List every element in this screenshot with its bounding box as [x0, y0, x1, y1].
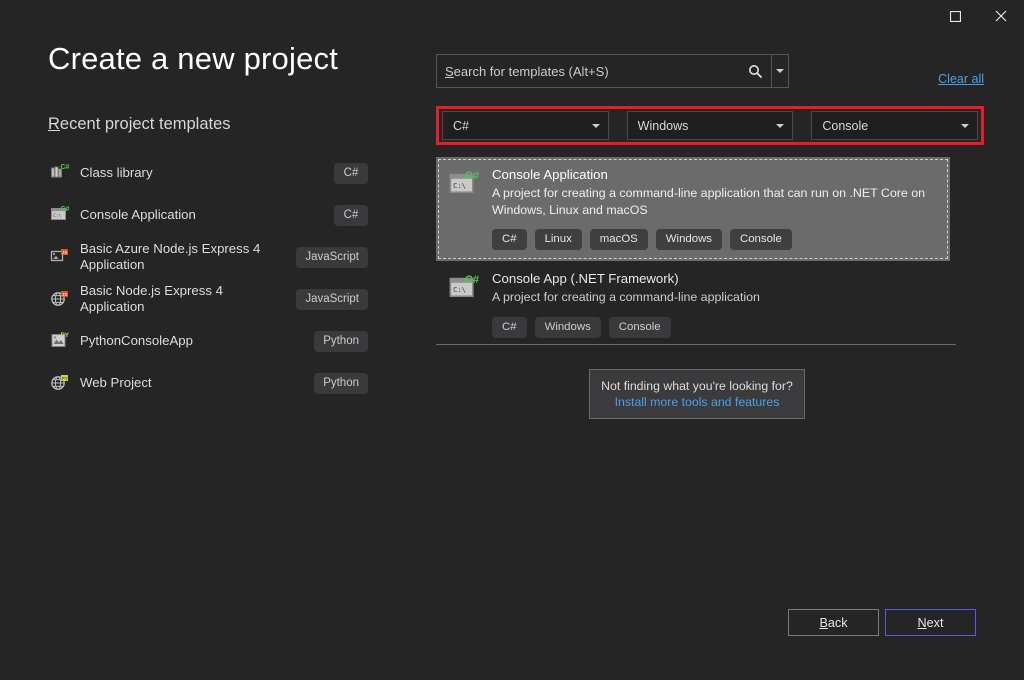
project-type-filter-label: Console [822, 119, 961, 133]
search-box[interactable]: Search for templates (Alt+S) [436, 54, 789, 88]
chevron-down-icon [776, 124, 784, 128]
recent-heading-accel: R [48, 115, 60, 133]
search-placeholder-rest: earch for templates (Alt+S) [454, 64, 609, 79]
recent-template-language-tag: C# [334, 163, 368, 184]
console-csharp-icon: C:\C# [448, 169, 480, 201]
console-icon: C:\C# [50, 205, 70, 225]
console-csharp-icon: C:\C# [448, 273, 480, 305]
next-button[interactable]: Next [885, 609, 976, 636]
search-input[interactable]: Search for templates (Alt+S) [437, 64, 739, 79]
recent-template-label: Console Application [80, 207, 324, 224]
template-result-tags: C# Linux macOS Windows Console [492, 229, 938, 250]
recent-template-item[interactable]: PY PythonConsoleApp Python [48, 320, 370, 362]
svg-text:PY: PY [61, 332, 70, 339]
search-placeholder-accel: S [445, 64, 454, 79]
class-library-icon: C# [50, 163, 70, 183]
template-tag: Windows [656, 229, 722, 250]
project-type-filter[interactable]: Console [811, 111, 978, 140]
recent-template-item[interactable]: C:\C#Console ApplicationC# [48, 194, 370, 236]
recent-template-item[interactable]: PY Web Project Python [48, 362, 370, 404]
template-result-description: A project for creating a command-line ap… [492, 185, 938, 218]
clear-all-rest: lear all [947, 72, 984, 86]
template-tag: C# [492, 229, 527, 250]
title-bar [0, 0, 1024, 32]
svg-text:C#: C# [61, 206, 70, 213]
create-new-project-dialog: Create a new project Recent project temp… [0, 0, 1024, 680]
results-divider [436, 344, 956, 345]
globe-node-icon: JS [50, 289, 70, 309]
next-accel: N [918, 616, 927, 630]
template-result-tags: C# Windows Console [492, 317, 938, 338]
clear-all-link[interactable]: Clear all [938, 72, 984, 86]
recent-template-language-tag: JavaScript [296, 289, 368, 310]
install-more-tools-link[interactable]: Install more tools and features [615, 395, 780, 409]
template-tag: Console [730, 229, 792, 250]
language-filter[interactable]: C# [442, 111, 609, 140]
left-panel: Create a new project Recent project temp… [48, 40, 398, 404]
svg-text:C#: C# [465, 274, 480, 286]
not-finding-text: Not finding what you're looking for? [601, 379, 793, 393]
svg-text:C:\: C:\ [453, 181, 466, 190]
recent-template-label: Basic Node.js Express 4 Application [80, 283, 286, 316]
svg-text:C#: C# [465, 170, 480, 182]
recent-template-item[interactable]: JS Basic Node.js Express 4 Application Jav… [48, 278, 370, 320]
template-result-item[interactable]: C:\C#Console App (.NET Framework)A proje… [436, 261, 950, 349]
template-result-title: Console App (.NET Framework) [492, 271, 938, 286]
globe-python-icon: PY [50, 373, 70, 393]
template-tag: macOS [590, 229, 648, 250]
template-tag: Console [609, 317, 671, 338]
chevron-down-icon [961, 124, 969, 128]
svg-text:C:\: C:\ [453, 286, 466, 295]
back-rest: ack [828, 616, 848, 630]
template-tag: Windows [535, 317, 601, 338]
recent-template-label: Class library [80, 165, 324, 182]
chevron-down-icon[interactable] [772, 55, 788, 87]
template-tag: C# [492, 317, 527, 338]
template-result-item[interactable]: C:\C#Console ApplicationA project for cr… [436, 157, 950, 261]
template-results-list: C:\C#Console ApplicationA project for cr… [436, 157, 950, 349]
not-finding-box: Not finding what you're looking for? Ins… [589, 369, 805, 419]
recent-template-label: Web Project [80, 375, 304, 392]
svg-text:JS: JS [62, 250, 67, 255]
maximize-button[interactable] [932, 0, 978, 32]
svg-text:C:\: C:\ [53, 213, 61, 219]
recent-template-language-tag: Python [314, 331, 368, 352]
recent-template-language-tag: Python [314, 373, 368, 394]
recent-template-language-tag: C# [334, 205, 368, 226]
platform-filter-label: Windows [638, 119, 777, 133]
recent-template-item[interactable]: C# Class library C# [48, 152, 370, 194]
svg-text:JS: JS [62, 292, 67, 297]
template-result-body: Console Application A project for creatin… [492, 167, 938, 250]
python-app-icon: PY [50, 331, 70, 351]
svg-text:C#: C# [61, 164, 70, 171]
back-button[interactable]: Back [788, 609, 879, 636]
page-title: Create a new project [48, 40, 398, 77]
search-icon[interactable] [739, 55, 771, 87]
recent-template-label: PythonConsoleApp [80, 333, 304, 350]
template-result-title: Console Application [492, 167, 938, 182]
recent-templates-list: C#Class libraryC#C:\C#Console Applicatio… [48, 152, 370, 404]
chevron-down-icon [592, 124, 600, 128]
next-rest: ext [927, 616, 944, 630]
azure-node-icon: JS [50, 247, 70, 267]
search-row: Search for templates (Alt+S) Clear all [436, 54, 984, 88]
language-filter-label: C# [453, 119, 592, 133]
template-result-description: A project for creating a command-line ap… [492, 289, 938, 306]
right-panel: Search for templates (Alt+S) Clear all [436, 54, 984, 88]
recent-template-language-tag: JavaScript [296, 247, 368, 268]
template-tag: Linux [535, 229, 582, 250]
platform-filter[interactable]: Windows [627, 111, 794, 140]
recent-heading-rest: ecent project templates [60, 115, 231, 133]
template-result-body: Console App (.NET Framework) A project fo… [492, 271, 938, 338]
recent-template-label: Basic Azure Node.js Express 4 Applicatio… [80, 241, 286, 274]
clear-all-accel: C [938, 72, 947, 86]
svg-text:PY: PY [62, 376, 68, 381]
close-button[interactable] [978, 0, 1024, 32]
back-accel: B [819, 616, 827, 630]
recent-templates-heading: Recent project templates [48, 115, 398, 134]
recent-template-item[interactable]: JS Basic Azure Node.js Express 4 Applicat… [48, 236, 370, 278]
filters-row: C# Windows Console [439, 109, 981, 142]
